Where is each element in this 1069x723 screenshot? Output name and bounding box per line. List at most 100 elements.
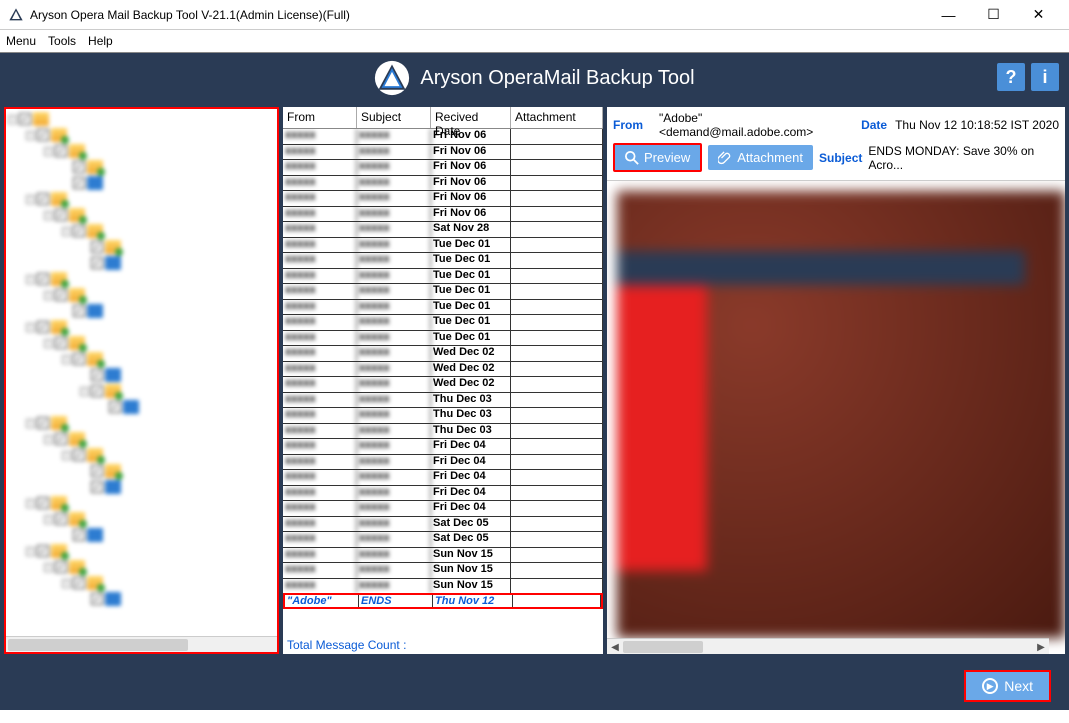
checkbox[interactable]: ✓: [91, 385, 103, 397]
expand-toggle-icon[interactable]: -: [44, 147, 53, 156]
scroll-right-arrow-icon[interactable]: ▶: [1033, 639, 1049, 654]
tree-item[interactable]: ✓: [8, 479, 275, 495]
message-row[interactable]: xxxxxxxxxxFri Nov 06: [283, 207, 603, 223]
message-row[interactable]: xxxxxxxxxxFri Nov 06: [283, 191, 603, 207]
message-row[interactable]: xxxxxxxxxxSun Nov 15: [283, 548, 603, 564]
expand-toggle-icon[interactable]: -: [44, 515, 53, 524]
message-list-body[interactable]: xxxxxxxxxxFri Nov 06xxxxxxxxxxFri Nov 06…: [283, 129, 603, 636]
tree-item[interactable]: -✓: [8, 111, 275, 127]
tree-item[interactable]: -✓: [8, 335, 275, 351]
menu-menu[interactable]: Menu: [6, 34, 36, 48]
expand-toggle-icon[interactable]: -: [62, 579, 71, 588]
checkbox[interactable]: ✓: [91, 593, 103, 605]
message-row[interactable]: xxxxxxxxxxFri Dec 04: [283, 439, 603, 455]
message-row[interactable]: xxxxxxxxxxThu Dec 03: [283, 393, 603, 409]
expand-toggle-icon[interactable]: -: [8, 115, 17, 124]
message-row[interactable]: xxxxxxxxxxTue Dec 01: [283, 238, 603, 254]
tree-item[interactable]: -✓: [8, 431, 275, 447]
tree-item[interactable]: -✓: [8, 575, 275, 591]
tree-item[interactable]: ✓: [8, 303, 275, 319]
tree-item[interactable]: -✓: [8, 319, 275, 335]
expand-toggle-icon[interactable]: -: [26, 131, 35, 140]
checkbox[interactable]: ✓: [55, 433, 67, 445]
checkbox[interactable]: ✓: [109, 401, 121, 413]
tree-item[interactable]: ✓: [8, 367, 275, 383]
tree-item[interactable]: -✓: [8, 271, 275, 287]
tree-item[interactable]: -✓: [8, 447, 275, 463]
message-row[interactable]: xxxxxxxxxxFri Dec 04: [283, 470, 603, 486]
checkbox[interactable]: ✓: [73, 449, 85, 461]
checkbox[interactable]: ✓: [91, 481, 103, 493]
checkbox[interactable]: ✓: [73, 577, 85, 589]
preview-horizontal-scrollbar[interactable]: ◀ ▶: [607, 638, 1049, 654]
tree-item[interactable]: -✓: [8, 223, 275, 239]
attachment-tab[interactable]: Attachment: [708, 145, 813, 170]
message-row[interactable]: xxxxxxxxxxThu Dec 03: [283, 424, 603, 440]
tree-item[interactable]: ✓: [8, 527, 275, 543]
message-row[interactable]: xxxxxxxxxxTue Dec 01: [283, 315, 603, 331]
menu-tools[interactable]: Tools: [48, 34, 76, 48]
checkbox[interactable]: ✓: [73, 305, 85, 317]
checkbox[interactable]: ✓: [73, 353, 85, 365]
expand-toggle-icon[interactable]: -: [26, 195, 35, 204]
tree-item[interactable]: ✓: [8, 239, 275, 255]
message-row-selected[interactable]: "Adobe"ENDSThu Nov 12: [283, 593, 603, 609]
tree-item[interactable]: -✓: [8, 511, 275, 527]
tree-item[interactable]: -✓: [8, 495, 275, 511]
expand-toggle-icon[interactable]: -: [80, 387, 89, 396]
checkbox[interactable]: ✓: [37, 321, 49, 333]
tree-item[interactable]: ✓: [8, 399, 275, 415]
tree-item[interactable]: -✓: [8, 287, 275, 303]
checkbox[interactable]: ✓: [37, 273, 49, 285]
message-row[interactable]: xxxxxxxxxxTue Dec 01: [283, 331, 603, 347]
message-row[interactable]: xxxxxxxxxxFri Nov 06: [283, 129, 603, 145]
message-row[interactable]: xxxxxxxxxxThu Dec 03: [283, 408, 603, 424]
tree-item[interactable]: ✓: [8, 463, 275, 479]
tree-item[interactable]: -✓: [8, 191, 275, 207]
message-row[interactable]: xxxxxxxxxxFri Dec 04: [283, 486, 603, 502]
message-row[interactable]: xxxxxxxxxxFri Dec 04: [283, 455, 603, 471]
expand-toggle-icon[interactable]: -: [44, 435, 53, 444]
tree-item[interactable]: -✓: [8, 559, 275, 575]
maximize-button[interactable]: ☐: [971, 1, 1016, 29]
tree-item[interactable]: -✓: [8, 383, 275, 399]
message-row[interactable]: xxxxxxxxxxWed Dec 02: [283, 377, 603, 393]
message-row[interactable]: xxxxxxxxxxTue Dec 01: [283, 253, 603, 269]
minimize-button[interactable]: —: [926, 1, 971, 29]
checkbox[interactable]: ✓: [55, 561, 67, 573]
checkbox[interactable]: ✓: [37, 129, 49, 141]
tree-item[interactable]: -✓: [8, 351, 275, 367]
menu-help[interactable]: Help: [88, 34, 113, 48]
expand-toggle-icon[interactable]: -: [62, 355, 71, 364]
checkbox[interactable]: ✓: [73, 529, 85, 541]
tree-item[interactable]: ✓: [8, 255, 275, 271]
expand-toggle-icon[interactable]: -: [26, 499, 35, 508]
expand-toggle-icon[interactable]: -: [26, 419, 35, 428]
message-row[interactable]: xxxxxxxxxxWed Dec 02: [283, 346, 603, 362]
checkbox[interactable]: ✓: [91, 241, 103, 253]
expand-toggle-icon[interactable]: -: [44, 211, 53, 220]
message-row[interactable]: xxxxxxxxxxSat Dec 05: [283, 532, 603, 548]
tree-item[interactable]: ✓: [8, 175, 275, 191]
column-received-date[interactable]: Recived Date: [431, 107, 511, 128]
info-button[interactable]: i: [1031, 63, 1059, 91]
checkbox[interactable]: ✓: [55, 289, 67, 301]
help-button[interactable]: ?: [997, 63, 1025, 91]
tree-item[interactable]: ✓: [8, 159, 275, 175]
expand-toggle-icon[interactable]: -: [44, 291, 53, 300]
checkbox[interactable]: ✓: [19, 113, 31, 125]
tree-item[interactable]: -✓: [8, 415, 275, 431]
expand-toggle-icon[interactable]: -: [26, 323, 35, 332]
checkbox[interactable]: ✓: [37, 545, 49, 557]
checkbox[interactable]: ✓: [91, 257, 103, 269]
tree-horizontal-scrollbar[interactable]: [6, 636, 277, 652]
message-row[interactable]: xxxxxxxxxxTue Dec 01: [283, 284, 603, 300]
column-subject[interactable]: Subject: [357, 107, 431, 128]
expand-toggle-icon[interactable]: -: [26, 275, 35, 284]
message-row[interactable]: xxxxxxxxxxTue Dec 01: [283, 300, 603, 316]
message-row[interactable]: xxxxxxxxxxSun Nov 15: [283, 579, 603, 595]
message-row[interactable]: xxxxxxxxxxTue Dec 01: [283, 269, 603, 285]
message-row[interactable]: xxxxxxxxxxFri Nov 06: [283, 176, 603, 192]
checkbox[interactable]: ✓: [73, 225, 85, 237]
message-row[interactable]: xxxxxxxxxxSat Dec 05: [283, 517, 603, 533]
